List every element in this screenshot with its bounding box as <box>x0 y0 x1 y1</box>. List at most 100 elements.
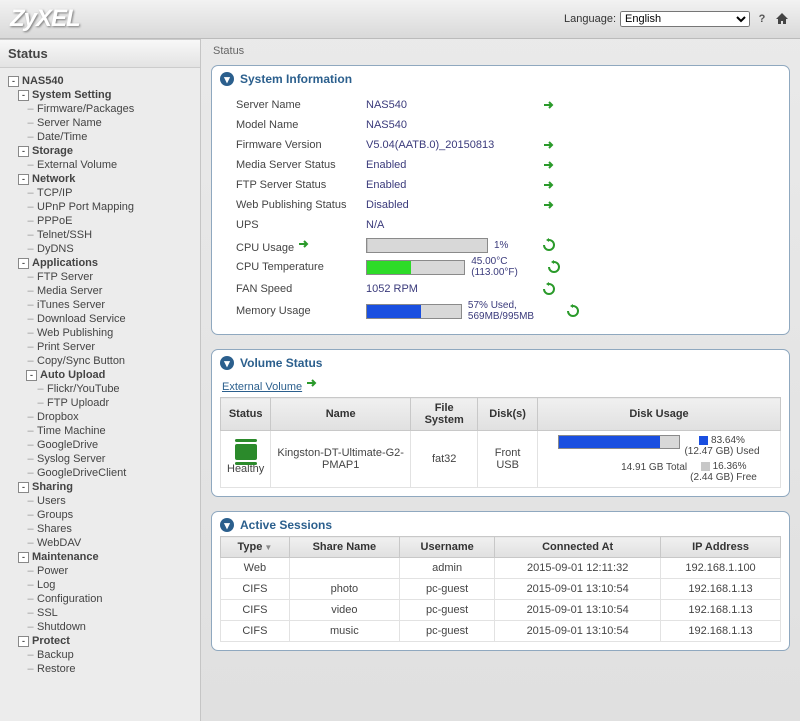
nav-item[interactable]: Server Name <box>37 117 102 129</box>
nav-item[interactable]: Shutdown <box>37 621 86 633</box>
nav-item[interactable]: FTP Uploadr <box>47 397 109 409</box>
disk-usage-cell: 83.64%(12.47 GB) Used14.91 GB Total 16.3… <box>538 431 781 488</box>
nav-item[interactable]: PPPoE <box>37 215 72 227</box>
nav-item[interactable]: Shares <box>37 523 72 535</box>
tree-bullet-icon: – <box>26 509 35 521</box>
col-conn[interactable]: Connected At <box>495 537 661 558</box>
nav-item[interactable]: Protect <box>32 635 70 647</box>
collapse-icon[interactable]: - <box>18 552 29 563</box>
nav-item[interactable]: Syslog Server <box>37 453 105 465</box>
nav-item[interactable]: Restore <box>37 663 76 675</box>
nav-item[interactable]: UPnP Port Mapping <box>37 201 134 213</box>
collapse-icon[interactable]: - <box>18 636 29 647</box>
nav-item[interactable]: System Setting <box>32 89 111 101</box>
nav-item[interactable]: Auto Upload <box>40 369 105 381</box>
nav-item[interactable]: Log <box>37 579 55 591</box>
go-icon[interactable] <box>542 98 556 112</box>
help-icon[interactable]: ? <box>754 11 770 27</box>
col-usage[interactable]: Disk Usage <box>538 398 781 431</box>
col-name[interactable]: Name <box>271 398 411 431</box>
nav-item[interactable]: Flickr/YouTube <box>47 383 120 395</box>
nav-item[interactable]: External Volume <box>37 159 117 171</box>
nav-item[interactable]: iTunes Server <box>37 299 105 311</box>
language-label: Language: <box>564 13 616 25</box>
nav-item[interactable]: FTP Server <box>37 271 93 283</box>
col-type[interactable]: Type▼ <box>221 537 290 558</box>
col-fs[interactable]: File System <box>411 398 478 431</box>
go-icon[interactable] <box>542 178 556 192</box>
collapse-icon[interactable]: - <box>18 174 29 185</box>
fan-speed-value: 1052 RPM <box>366 283 536 295</box>
nav-item[interactable]: GoogleDrive <box>37 439 98 451</box>
server-name-value: NAS540 <box>366 99 536 111</box>
collapse-icon[interactable]: - <box>26 370 37 381</box>
col-status[interactable]: Status <box>221 398 271 431</box>
system-info-body: Server NameNAS540 Model NameNAS540 Firmw… <box>212 90 789 326</box>
ftp-server-label: FTP Server Status <box>236 179 366 191</box>
collapse-icon[interactable]: - <box>18 146 29 157</box>
nav-item[interactable]: Print Server <box>37 341 95 353</box>
nav-item[interactable]: Sharing <box>32 481 73 493</box>
refresh-icon[interactable] <box>547 260 561 274</box>
col-user[interactable]: Username <box>400 537 495 558</box>
tree-bullet-icon: – <box>26 411 35 423</box>
nav-item[interactable]: Storage <box>32 145 73 157</box>
col-share[interactable]: Share Name <box>289 537 399 558</box>
collapse-icon[interactable]: - <box>18 482 29 493</box>
nav-item[interactable]: WebDAV <box>37 537 81 549</box>
disk-usage-bar <box>558 435 680 449</box>
nav-item[interactable]: SSL <box>37 607 58 619</box>
nav-item[interactable]: Users <box>37 495 66 507</box>
go-icon[interactable] <box>542 138 556 152</box>
panel-header: ▾ Volume Status <box>212 350 789 374</box>
cpu-temp-value: 45.00°C (113.00°F) <box>471 256 540 278</box>
nav-item[interactable]: Configuration <box>37 593 102 605</box>
sidebar-title: Status <box>0 39 200 68</box>
nav-item[interactable]: Firmware/Packages <box>37 103 134 115</box>
nav-item[interactable]: Maintenance <box>32 551 99 563</box>
nav-item[interactable]: Date/Time <box>37 131 87 143</box>
nav-item[interactable]: Network <box>32 173 75 185</box>
nav-item[interactable]: Time Machine <box>37 425 106 437</box>
collapse-icon[interactable]: - <box>18 258 29 269</box>
go-icon[interactable] <box>542 158 556 172</box>
sess-ip: 192.168.1.13 <box>661 600 781 621</box>
nav-item[interactable]: Dropbox <box>37 411 79 423</box>
nav-tree: -NAS540-System Setting–Firmware/Packages… <box>0 68 200 680</box>
nav-item[interactable]: Copy/Sync Button <box>37 355 125 367</box>
refresh-icon[interactable] <box>542 238 556 252</box>
go-icon[interactable] <box>542 198 556 212</box>
tree-bullet-icon: – <box>26 159 35 171</box>
collapse-icon[interactable]: - <box>8 76 19 87</box>
go-icon[interactable] <box>297 237 311 251</box>
nav-item[interactable]: Groups <box>37 509 73 521</box>
nav-item[interactable]: Power <box>37 565 68 577</box>
section-icon: ▾ <box>220 518 234 532</box>
language-select[interactable]: English <box>620 11 750 27</box>
nav-item[interactable]: Applications <box>32 257 98 269</box>
nav-item[interactable]: NAS540 <box>22 75 64 87</box>
nav-item[interactable]: Download Service <box>37 313 126 325</box>
section-icon: ▾ <box>220 72 234 86</box>
sess-conn: 2015-09-01 13:10:54 <box>495 579 661 600</box>
tree-bullet-icon: – <box>26 243 35 255</box>
nav-item[interactable]: Telnet/SSH <box>37 229 92 241</box>
tree-bullet-icon: – <box>26 467 35 479</box>
nav-item[interactable]: GoogleDriveClient <box>37 467 126 479</box>
nav-item[interactable]: Media Server <box>37 285 102 297</box>
col-ip[interactable]: IP Address <box>661 537 781 558</box>
external-volume-link[interactable]: External Volume <box>222 381 302 393</box>
refresh-icon[interactable] <box>566 304 580 318</box>
nav-item[interactable]: Backup <box>37 649 74 661</box>
go-icon[interactable] <box>305 376 319 390</box>
panel-header: ▾ System Information <box>212 66 789 90</box>
home-icon[interactable] <box>774 11 790 27</box>
collapse-icon[interactable]: - <box>18 90 29 101</box>
volume-table: Status Name File System Disk(s) Disk Usa… <box>220 397 781 488</box>
tree-bullet-icon: – <box>26 103 35 115</box>
col-disks[interactable]: Disk(s) <box>478 398 538 431</box>
refresh-icon[interactable] <box>542 282 556 296</box>
nav-item[interactable]: Web Publishing <box>37 327 113 339</box>
nav-item[interactable]: TCP/IP <box>37 187 72 199</box>
nav-item[interactable]: DyDNS <box>37 243 74 255</box>
